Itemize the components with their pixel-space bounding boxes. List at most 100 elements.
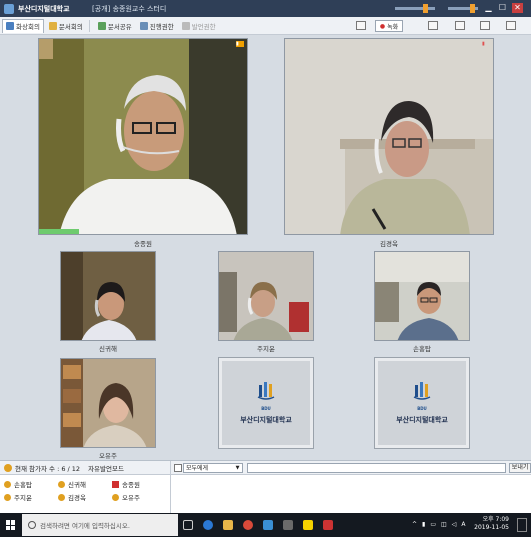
bdu-mark-text: BDU xyxy=(261,406,271,411)
maximize-button[interactable]: ☐ xyxy=(497,3,508,13)
bdu-mark-text: BDU xyxy=(417,406,427,411)
store-icon[interactable] xyxy=(258,513,278,537)
chat-icon xyxy=(174,464,182,472)
tab-video-meeting[interactable]: 화상회의 xyxy=(2,18,44,33)
video-tile-small-4[interactable] xyxy=(60,358,156,448)
session-title: [공개] 송종원교수 스터디 xyxy=(92,4,167,13)
participant-list: 손홍탑 신귀해 송종원 주지윤 김경옥 오유주 xyxy=(4,479,164,502)
conference-app-icon[interactable] xyxy=(318,513,338,537)
kakaotalk-icon[interactable] xyxy=(298,513,318,537)
participant-name: 송종원 xyxy=(134,240,152,248)
participant-video xyxy=(375,252,469,340)
participant-name: 오유주 xyxy=(99,452,117,460)
button-label: 진행권한 xyxy=(149,22,174,31)
chrome-icon[interactable] xyxy=(238,513,258,537)
file-explorer-icon[interactable] xyxy=(218,513,238,537)
bdu-logo-icon xyxy=(412,381,432,405)
video-tile-main-1[interactable]: ▮ xyxy=(38,38,248,235)
participant-label: 김경옥 xyxy=(68,494,86,502)
video-tile-main-2[interactable]: ▮ xyxy=(284,38,494,235)
search-icon xyxy=(28,521,36,529)
empty-seat-tile-1: BDU 부산디지털대학교 xyxy=(218,357,314,449)
notification-icon[interactable] xyxy=(517,518,527,532)
signal-icon: ▮ xyxy=(236,41,244,47)
participants-icon xyxy=(4,463,12,472)
clock-time: 오후 7:09 xyxy=(482,516,509,523)
mic-volume-slider[interactable] xyxy=(448,4,478,13)
settings-icon[interactable] xyxy=(506,21,516,30)
speaker-volume-slider[interactable] xyxy=(395,4,435,13)
bottom-panel: 현재 참가자 수 : 6 / 12 자유발언모드 손홍탑 신귀해 송종원 주지윤… xyxy=(0,460,531,514)
windows-start-icon[interactable] xyxy=(6,520,16,530)
presenter-rights-button[interactable]: 진행권한 xyxy=(137,19,177,33)
list-item[interactable]: 오유주 xyxy=(112,492,166,502)
tab-document-meeting[interactable]: 문서회의 xyxy=(46,19,86,33)
participant-name: 김경옥 xyxy=(380,240,398,248)
chat-bar: 모두에게 ▼ 보내기 xyxy=(171,461,531,475)
app-logo-icon xyxy=(4,3,14,14)
tab-label: 문서회의 xyxy=(58,22,83,31)
presenter-icon xyxy=(139,21,148,30)
participant-label: 주지윤 xyxy=(14,494,32,502)
participant-count: 현재 참가자 수 : 6 / 12 xyxy=(15,464,81,473)
chevron-up-icon[interactable]: ^ xyxy=(412,521,417,528)
participant-name: 주지윤 xyxy=(257,345,275,353)
list-item[interactable]: 손홍탑 xyxy=(4,479,58,489)
divider xyxy=(88,19,90,32)
minimize-button[interactable]: ▁ xyxy=(483,3,494,13)
system-tray: ^ ▮ ▭ ◫ ◁ A xyxy=(412,521,465,528)
button-label: 문서공유 xyxy=(107,22,132,31)
speaking-rights-button[interactable]: 발언권한 xyxy=(179,19,219,33)
clock-date: 2019-11-05 xyxy=(474,524,509,531)
chat-input[interactable] xyxy=(246,462,507,473)
host-icon xyxy=(112,480,119,488)
input-method-icon[interactable]: A xyxy=(461,521,465,528)
close-button[interactable]: ✕ xyxy=(512,3,523,13)
empty-seat-tile-2: BDU 부산디지털대학교 xyxy=(374,357,470,449)
monitor-icon[interactable] xyxy=(356,21,366,30)
record-dot-icon: ● xyxy=(379,22,386,30)
share-document-button[interactable]: 문서공유 xyxy=(95,19,135,33)
video-tile-small-1[interactable] xyxy=(60,251,156,341)
participant-video xyxy=(61,252,155,340)
volume-icon[interactable]: ◁ xyxy=(452,521,457,528)
participant-video xyxy=(61,359,155,447)
video-icon xyxy=(6,22,14,30)
record-label: 녹화 xyxy=(387,23,399,31)
microphone-icon[interactable]: ▮ xyxy=(422,521,425,528)
grid-view-icon[interactable] xyxy=(480,21,490,30)
list-item[interactable]: 주지윤 xyxy=(4,492,58,502)
participant-label: 손홍탑 xyxy=(14,481,32,489)
participant-video xyxy=(39,39,247,234)
layout-icon[interactable] xyxy=(455,21,465,30)
send-button[interactable]: 보내기 xyxy=(509,462,531,473)
chat-recipient-select[interactable]: 모두에게 ▼ xyxy=(183,462,243,473)
task-view-icon[interactable] xyxy=(178,513,198,537)
app-icon[interactable] xyxy=(278,513,298,537)
user-icon xyxy=(4,493,11,501)
video-tile-small-2[interactable] xyxy=(218,251,314,341)
tab-label: 화상회의 xyxy=(16,23,40,31)
title-bar: 부산디지털대학교 [공개] 송종원교수 스터디 ▁ ☐ ✕ xyxy=(0,0,531,17)
university-name: 부산디지털대학교 xyxy=(240,416,292,424)
user-icon xyxy=(4,480,11,488)
edge-icon[interactable] xyxy=(198,513,218,537)
list-item[interactable]: 김경옥 xyxy=(58,492,112,502)
signal-icon: ▮ xyxy=(482,41,485,47)
camera-settings-icon[interactable] xyxy=(428,21,438,30)
participant-label: 신귀해 xyxy=(68,481,86,489)
record-button[interactable]: ● 녹화 xyxy=(375,20,403,32)
toolbar: 화상회의 문서회의 문서공유 진행권한 발언권한 ● 녹화 xyxy=(0,17,531,35)
battery-icon[interactable]: ▭ xyxy=(430,521,436,528)
network-icon[interactable]: ◫ xyxy=(441,521,447,528)
video-tile-small-3[interactable] xyxy=(374,251,470,341)
participant-panel-header: 현재 참가자 수 : 6 / 12 자유발언모드 xyxy=(0,461,170,475)
list-item[interactable]: 신귀해 xyxy=(58,479,112,489)
taskbar-search[interactable]: 검색하려면 여기에 입력하십시오. xyxy=(22,514,178,536)
participant-name: 손홍탑 xyxy=(413,345,431,353)
share-icon xyxy=(97,21,106,30)
list-item[interactable]: 송종원 xyxy=(112,479,166,489)
clock[interactable]: 오후 7:09 2019-11-05 xyxy=(474,516,509,532)
participant-name: 신귀해 xyxy=(99,345,117,353)
taskbar: 검색하려면 여기에 입력하십시오. ^ ▮ ▭ ◫ ◁ A 오후 7:09 20… xyxy=(0,513,531,537)
